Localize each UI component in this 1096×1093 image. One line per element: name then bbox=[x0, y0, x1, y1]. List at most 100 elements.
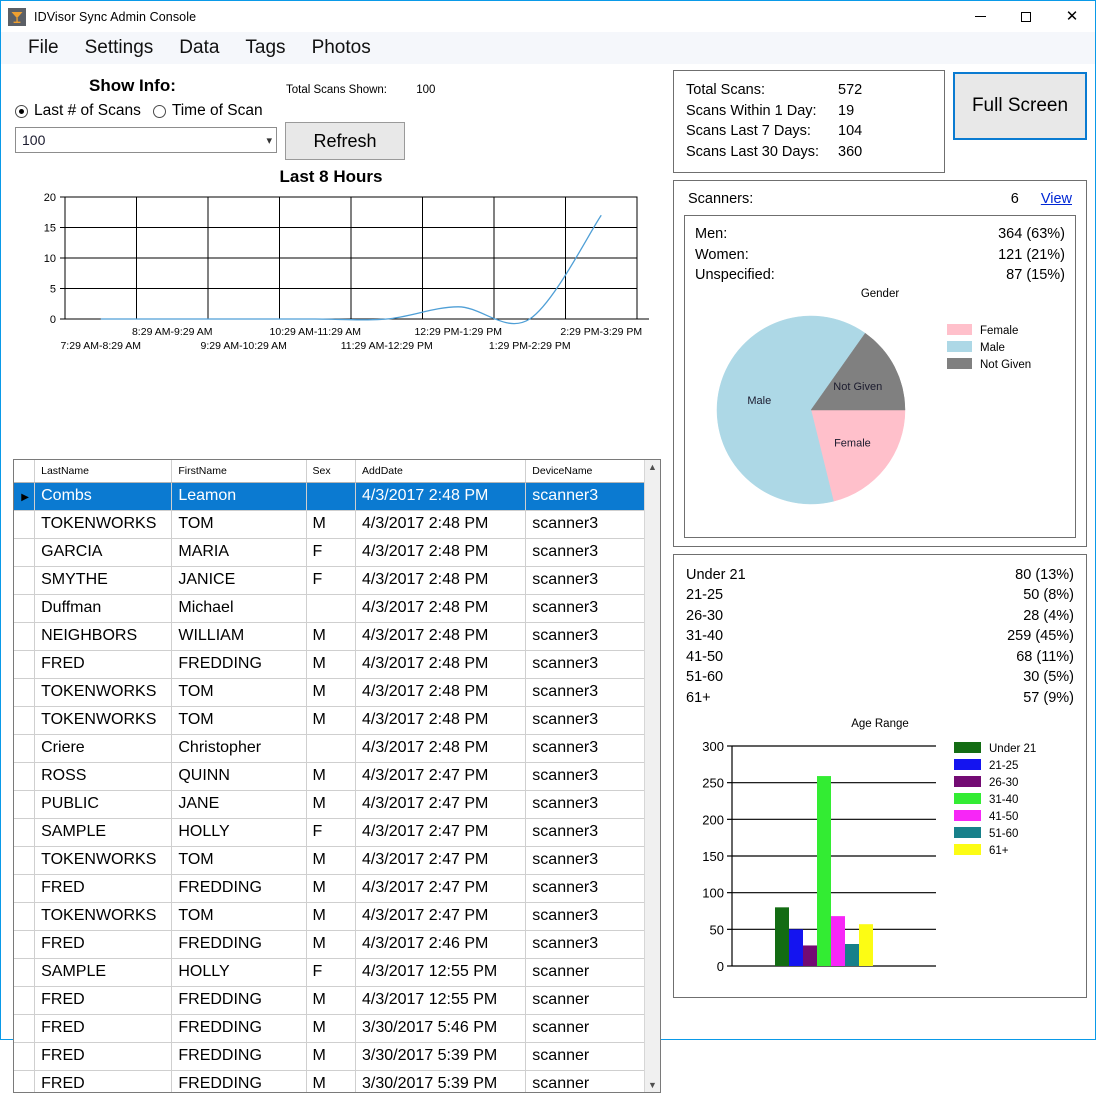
row-selector-cell[interactable] bbox=[14, 846, 36, 875]
table-row[interactable]: TOKENWORKS TOM M 4/3/2017 2:47 PM scanner3 bbox=[14, 902, 645, 931]
cell-lastname[interactable]: FRED bbox=[34, 1014, 173, 1043]
cell-devicename[interactable]: scanner3 bbox=[525, 930, 645, 959]
cell-lastname[interactable]: SMYTHE bbox=[34, 566, 173, 595]
cell-devicename[interactable]: scanner3 bbox=[525, 650, 645, 679]
row-selector-cell[interactable] bbox=[14, 734, 36, 763]
cell-firstname[interactable]: FREDDING bbox=[171, 930, 307, 959]
table-row[interactable]: TOKENWORKS TOM M 4/3/2017 2:48 PM scanner3 bbox=[14, 678, 645, 707]
column-header-lastname[interactable]: LastName bbox=[34, 460, 173, 483]
cell-lastname[interactable]: PUBLIC bbox=[34, 790, 173, 819]
cell-firstname[interactable]: TOM bbox=[171, 678, 307, 707]
cell-lastname[interactable]: TOKENWORKS bbox=[34, 846, 173, 875]
row-selector-cell[interactable] bbox=[14, 538, 36, 567]
table-row[interactable]: TOKENWORKS TOM M 4/3/2017 2:48 PM scanner3 bbox=[14, 706, 645, 735]
cell-adddate[interactable]: 4/3/2017 2:47 PM bbox=[355, 762, 527, 791]
scan-count-dropdown[interactable]: 100 ▾ bbox=[15, 127, 277, 153]
cell-sex[interactable]: M bbox=[306, 790, 357, 819]
table-row[interactable]: ▶ Combs Leamon 4/3/2017 2:48 PM scanner3 bbox=[14, 482, 645, 511]
cell-firstname[interactable]: WILLIAM bbox=[171, 622, 307, 651]
cell-lastname[interactable]: GARCIA bbox=[34, 538, 173, 567]
cell-sex[interactable]: M bbox=[306, 622, 357, 651]
table-row[interactable]: GARCIA MARIA F 4/3/2017 2:48 PM scanner3 bbox=[14, 538, 645, 567]
cell-firstname[interactable]: Leamon bbox=[171, 482, 307, 511]
cell-sex[interactable]: M bbox=[306, 1042, 357, 1071]
cell-lastname[interactable]: SAMPLE bbox=[34, 958, 173, 987]
cell-sex[interactable]: M bbox=[306, 706, 357, 735]
cell-adddate[interactable]: 4/3/2017 2:47 PM bbox=[355, 818, 527, 847]
cell-adddate[interactable]: 4/3/2017 2:48 PM bbox=[355, 706, 527, 735]
cell-devicename[interactable]: scanner3 bbox=[525, 818, 645, 847]
row-selector-cell[interactable] bbox=[14, 622, 36, 651]
cell-sex[interactable]: M bbox=[306, 930, 357, 959]
cell-firstname[interactable]: JANICE bbox=[171, 566, 307, 595]
minimize-button[interactable] bbox=[957, 1, 1003, 32]
cell-devicename[interactable]: scanner3 bbox=[525, 510, 645, 539]
cell-firstname[interactable]: TOM bbox=[171, 846, 307, 875]
row-selector-cell[interactable] bbox=[14, 762, 36, 791]
cell-adddate[interactable]: 4/3/2017 2:46 PM bbox=[355, 930, 527, 959]
cell-devicename[interactable]: scanner3 bbox=[525, 790, 645, 819]
cell-adddate[interactable]: 3/30/2017 5:39 PM bbox=[355, 1042, 527, 1071]
column-header-devicename[interactable]: DeviceName bbox=[525, 460, 645, 483]
row-selector-cell[interactable] bbox=[14, 902, 36, 931]
cell-devicename[interactable]: scanner3 bbox=[525, 846, 645, 875]
cell-sex[interactable]: F bbox=[306, 958, 357, 987]
cell-firstname[interactable]: TOM bbox=[171, 902, 307, 931]
cell-lastname[interactable]: FRED bbox=[34, 1042, 173, 1071]
row-selector-cell[interactable] bbox=[14, 650, 36, 679]
menu-item-data[interactable]: Data bbox=[166, 32, 232, 64]
table-row[interactable]: FRED FREDDING M 4/3/2017 2:47 PM scanner3 bbox=[14, 874, 645, 903]
cell-sex[interactable]: M bbox=[306, 678, 357, 707]
cell-adddate[interactable]: 4/3/2017 2:47 PM bbox=[355, 790, 527, 819]
cell-devicename[interactable]: scanner bbox=[525, 1042, 645, 1071]
menu-item-photos[interactable]: Photos bbox=[299, 32, 384, 64]
cell-sex[interactable]: F bbox=[306, 566, 357, 595]
column-header-rowselect[interactable] bbox=[14, 460, 36, 483]
table-row[interactable]: FRED FREDDING M 3/30/2017 5:39 PM scanner bbox=[14, 1070, 645, 1092]
radio-last-n-scans[interactable] bbox=[15, 104, 28, 118]
table-row[interactable]: Duffman Michael 4/3/2017 2:48 PM scanner3 bbox=[14, 594, 645, 623]
cell-adddate[interactable]: 4/3/2017 2:48 PM bbox=[355, 678, 527, 707]
cell-sex[interactable]: M bbox=[306, 902, 357, 931]
table-row[interactable]: SAMPLE HOLLY F 4/3/2017 12:55 PM scanner bbox=[14, 958, 645, 987]
row-selector-cell[interactable] bbox=[14, 958, 36, 987]
table-row[interactable]: PUBLIC JANE M 4/3/2017 2:47 PM scanner3 bbox=[14, 790, 645, 819]
cell-sex[interactable]: M bbox=[306, 1070, 357, 1092]
row-selector-cell[interactable] bbox=[14, 930, 36, 959]
cell-adddate[interactable]: 4/3/2017 2:48 PM bbox=[355, 566, 527, 595]
cell-lastname[interactable]: FRED bbox=[34, 1070, 173, 1092]
cell-firstname[interactable]: FREDDING bbox=[171, 986, 307, 1015]
cell-adddate[interactable]: 4/3/2017 2:48 PM bbox=[355, 482, 527, 511]
table-row[interactable]: ROSS QUINN M 4/3/2017 2:47 PM scanner3 bbox=[14, 762, 645, 791]
column-header-sex[interactable]: Sex bbox=[306, 460, 357, 483]
scroll-up-icon[interactable]: ▲ bbox=[648, 460, 657, 474]
row-selector-cell[interactable] bbox=[14, 678, 36, 707]
cell-adddate[interactable]: 3/30/2017 5:39 PM bbox=[355, 1070, 527, 1092]
menu-item-settings[interactable]: Settings bbox=[72, 32, 167, 64]
cell-adddate[interactable]: 4/3/2017 12:55 PM bbox=[355, 986, 527, 1015]
cell-lastname[interactable]: TOKENWORKS bbox=[34, 678, 173, 707]
table-row[interactable]: FRED FREDDING M 4/3/2017 2:48 PM scanner3 bbox=[14, 650, 645, 679]
cell-firstname[interactable]: HOLLY bbox=[171, 958, 307, 987]
cell-devicename[interactable]: scanner3 bbox=[525, 874, 645, 903]
cell-devicename[interactable]: scanner3 bbox=[525, 678, 645, 707]
cell-sex[interactable]: M bbox=[306, 1014, 357, 1043]
cell-devicename[interactable]: scanner bbox=[525, 1070, 645, 1092]
menu-item-tags[interactable]: Tags bbox=[232, 32, 298, 64]
full-screen-button[interactable]: Full Screen bbox=[953, 72, 1087, 140]
refresh-button[interactable]: Refresh bbox=[285, 122, 405, 160]
row-selector-cell[interactable] bbox=[14, 1014, 36, 1043]
table-row[interactable]: TOKENWORKS TOM M 4/3/2017 2:48 PM scanner3 bbox=[14, 510, 645, 539]
cell-devicename[interactable]: scanner3 bbox=[525, 706, 645, 735]
cell-adddate[interactable]: 4/3/2017 2:48 PM bbox=[355, 510, 527, 539]
cell-sex[interactable]: M bbox=[306, 762, 357, 791]
cell-lastname[interactable]: TOKENWORKS bbox=[34, 706, 173, 735]
cell-devicename[interactable]: scanner3 bbox=[525, 734, 645, 763]
menu-item-file[interactable]: File bbox=[15, 32, 72, 64]
column-header-firstname[interactable]: FirstName bbox=[171, 460, 307, 483]
scroll-down-icon[interactable]: ▼ bbox=[648, 1078, 657, 1092]
cell-lastname[interactable]: NEIGHBORS bbox=[34, 622, 173, 651]
row-selector-cell[interactable] bbox=[14, 566, 36, 595]
cell-sex[interactable] bbox=[306, 734, 357, 763]
table-row[interactable]: FRED FREDDING M 4/3/2017 2:46 PM scanner3 bbox=[14, 930, 645, 959]
